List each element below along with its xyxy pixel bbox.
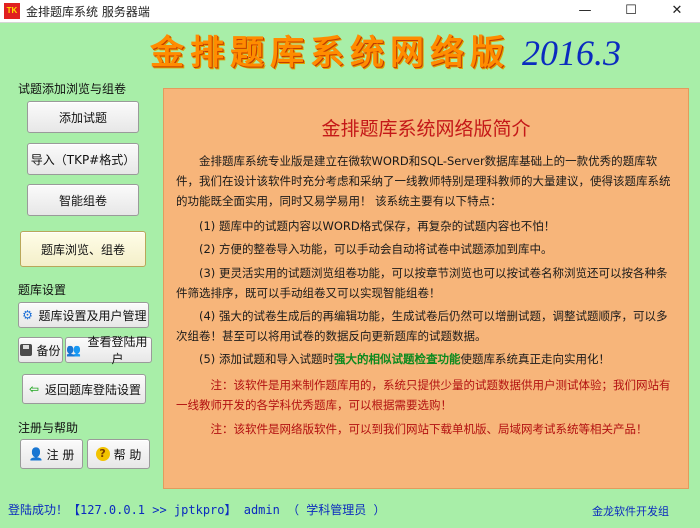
help-icon: ?	[95, 447, 110, 461]
title-bar: TK 金排题库系统 服务器端 — ☐ ✕	[0, 0, 700, 23]
app-icon: TK	[4, 3, 20, 19]
feature-5-text-a: (5) 添加试题和导入试题时	[199, 352, 334, 366]
note-2: 注：该软件是网络版软件，可以到我们网站下载单机版、局域网考试系统等相关产品！	[210, 422, 648, 436]
gear-icon: ⚙	[22, 308, 33, 322]
import-label: 导入（TKP#格式）	[30, 152, 136, 167]
view-logged-users-button[interactable]: 👥 查看登陆用户	[65, 335, 152, 366]
import-button[interactable]: 导入（TKP#格式）	[27, 143, 139, 175]
backup-label: 备份	[36, 343, 61, 358]
intro-title: 金排题库系统网络版简介	[321, 118, 531, 140]
smart-compose-label: 智能组卷	[58, 193, 107, 208]
arrow-left-icon: ⇦	[28, 382, 40, 396]
section-register-label: 注册与帮助	[18, 421, 79, 435]
main-window: 金排题库系统网络版 2016.3 试题添加浏览与组卷 添加试题 导入（TKP#格…	[0, 23, 700, 528]
feature-1: (1) 题库中的试题内容以WORD格式保存，再复杂的试题内容也不怕！	[199, 219, 556, 233]
banner-title: 金排题库系统网络版	[150, 33, 510, 73]
browse-compose-label: 题库浏览、组卷	[40, 242, 125, 257]
users-icon: 👥	[66, 343, 81, 357]
help-label: 帮 助	[113, 447, 142, 462]
status-bar: 登陆成功！【127.0.0.1 >> jptkpro】 admin （ 学科管理…	[0, 491, 700, 528]
help-button[interactable]: ? 帮 助	[87, 439, 150, 469]
section-settings-label: 题库设置	[18, 283, 67, 297]
browse-compose-button[interactable]: 题库浏览、组卷	[20, 231, 146, 267]
feature-5: (5) 添加试题和导入试题时强大的相似试题检查功能使题库系统真正走向实用化！	[176, 349, 678, 369]
add-question-button[interactable]: 添加试题	[27, 101, 139, 133]
feature-5-highlight: 强大的相似试题检查功能	[333, 352, 461, 366]
smart-compose-button[interactable]: 智能组卷	[27, 184, 139, 216]
minimize-button[interactable]: —	[562, 0, 608, 22]
register-label: 注 册	[46, 447, 75, 462]
intro-panel: 金排题库系统网络版简介 金排题库系统专业版是建立在微软WORD和SQL-Serv…	[163, 88, 689, 489]
feature-3: (3) 更灵活实用的试题浏览组卷功能，可以按章节浏览也可以按试卷名称浏览还可以按…	[176, 266, 668, 300]
banner-version: 2016.3	[522, 33, 621, 73]
feature-4: (4) 强大的试卷生成后的再编辑功能，生成试卷后仍然可以增删试题，调整试题顺序，…	[176, 309, 668, 343]
maximize-button[interactable]: ☐	[608, 0, 654, 22]
feature-5-text-b: 使题库系统真正走向实用化！	[460, 352, 610, 366]
view-logged-users-label: 查看登陆用户	[87, 335, 148, 366]
section-browse-label: 试题添加浏览与组卷	[18, 82, 127, 96]
note-1: 注：该软件是用来制作题库用的，系统只提供少量的试题数据供用户测试体验；我们网站有…	[176, 378, 671, 412]
disk-icon	[20, 344, 33, 356]
developer-credit: 金龙软件开发组	[592, 505, 669, 518]
backup-button[interactable]: 备份	[18, 337, 63, 363]
feature-2: (2) 方便的整卷导入功能，可以手动会自动将试卷中试题添加到库中。	[199, 242, 553, 256]
return-login-settings-button[interactable]: ⇦ 返回题库登陆设置	[22, 374, 146, 404]
close-button[interactable]: ✕	[654, 0, 700, 22]
window-title: 金排题库系统 服务器端	[26, 5, 150, 19]
settings-users-button[interactable]: ⚙ 题库设置及用户管理	[18, 302, 149, 328]
settings-users-label: 题库设置及用户管理	[38, 308, 147, 323]
login-status: 登陆成功！【127.0.0.1 >> jptkpro】 admin （ 学科管理…	[8, 503, 386, 517]
intro-paragraph: 金排题库系统专业版是建立在微软WORD和SQL-Server数据库基础上的一款优…	[176, 154, 671, 208]
return-login-settings-label: 返回题库登陆设置	[44, 382, 141, 397]
add-question-label: 添加试题	[58, 110, 107, 125]
user-icon: 👤	[28, 447, 44, 461]
register-button[interactable]: 👤 注 册	[20, 439, 83, 469]
